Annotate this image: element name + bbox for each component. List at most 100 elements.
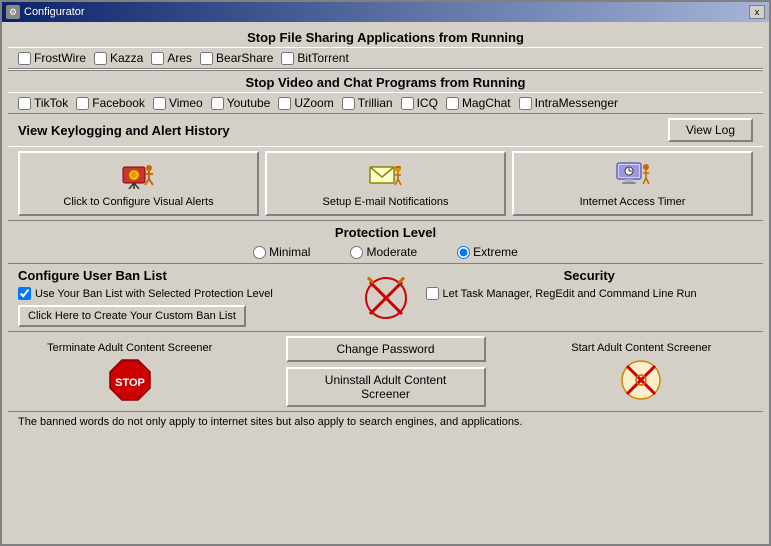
bittorrent-checkbox[interactable] bbox=[281, 52, 294, 65]
stop-sign-icon: STOP bbox=[108, 358, 152, 402]
center-buttons: Change Password Uninstall Adult Content … bbox=[251, 336, 519, 407]
file-sharing-apps: FrostWire Kazza Ares BearShare BitTorren… bbox=[8, 48, 763, 68]
tiktok-label: TikTok bbox=[34, 96, 68, 110]
configure-visual-button[interactable]: Click to Configure Visual Alerts bbox=[18, 151, 259, 216]
vimeo-label: Vimeo bbox=[169, 96, 203, 110]
main-content: Stop File Sharing Applications from Runn… bbox=[2, 22, 769, 544]
youtube-checkbox-item[interactable]: Youtube bbox=[211, 96, 271, 110]
vimeo-checkbox-item[interactable]: Vimeo bbox=[153, 96, 203, 110]
frostwire-label: FrostWire bbox=[34, 51, 86, 65]
bearshare-checkbox[interactable] bbox=[200, 52, 213, 65]
start-adult-label: Start Adult Content Screener bbox=[571, 342, 711, 354]
moderate-radio-item[interactable]: Moderate bbox=[350, 245, 417, 259]
icq-checkbox[interactable] bbox=[401, 97, 414, 110]
internet-access-label: Internet Access Timer bbox=[580, 196, 686, 208]
facebook-checkbox-item[interactable]: Facebook bbox=[76, 96, 145, 110]
svg-text:STOP: STOP bbox=[115, 377, 145, 389]
ban-security-row: Configure User Ban List Use Your Ban Lis… bbox=[8, 263, 763, 331]
vimeo-checkbox[interactable] bbox=[153, 97, 166, 110]
kazza-checkbox-item[interactable]: Kazza bbox=[94, 51, 143, 65]
bottom-row: Terminate Adult Content Screener STOP Ch… bbox=[8, 331, 763, 411]
terminate-adult-section: Terminate Adult Content Screener STOP bbox=[18, 342, 241, 402]
setup-email-button[interactable]: Setup E-mail Notifications bbox=[265, 151, 506, 216]
icon-buttons-row: Click to Configure Visual Alerts bbox=[8, 147, 763, 220]
task-manager-checkbox[interactable] bbox=[426, 287, 439, 300]
close-button[interactable]: x bbox=[749, 5, 765, 19]
protection-levels: Minimal Moderate Extreme bbox=[8, 243, 763, 261]
bearshare-label: BearShare bbox=[216, 51, 273, 65]
trillian-label: Trillian bbox=[358, 96, 393, 110]
tiktok-checkbox[interactable] bbox=[18, 97, 31, 110]
app-icon: ⚙ bbox=[6, 5, 20, 19]
bittorrent-checkbox-item[interactable]: BitTorrent bbox=[281, 51, 348, 65]
minimal-radio[interactable] bbox=[253, 246, 266, 259]
icq-label: ICQ bbox=[417, 96, 438, 110]
moderate-radio[interactable] bbox=[350, 246, 363, 259]
footer-note: The banned words do not only apply to in… bbox=[8, 411, 763, 432]
frostwire-checkbox[interactable] bbox=[18, 52, 31, 65]
internet-access-button[interactable]: Internet Access Timer bbox=[512, 151, 753, 216]
start-screener-icon bbox=[619, 358, 663, 402]
bearshare-checkbox-item[interactable]: BearShare bbox=[200, 51, 273, 65]
trillian-checkbox-item[interactable]: Trillian bbox=[342, 96, 393, 110]
trillian-checkbox[interactable] bbox=[342, 97, 355, 110]
use-ban-checkbox-item[interactable]: Use Your Ban List with Selected Protecti… bbox=[18, 287, 346, 300]
task-manager-label: Let Task Manager, RegEdit and Command Li… bbox=[443, 288, 697, 300]
ban-section: Configure User Ban List Use Your Ban Lis… bbox=[18, 268, 346, 327]
magchat-checkbox-item[interactable]: MagChat bbox=[446, 96, 511, 110]
moderate-label: Moderate bbox=[366, 245, 417, 259]
email-icon bbox=[368, 159, 404, 192]
youtube-label: Youtube bbox=[227, 96, 271, 110]
ban-icon-center bbox=[356, 268, 416, 327]
ares-checkbox[interactable] bbox=[151, 52, 164, 65]
use-ban-label: Use Your Ban List with Selected Protecti… bbox=[35, 288, 273, 300]
timer-icon bbox=[615, 159, 651, 192]
footer-text: The banned words do not only apply to in… bbox=[18, 416, 523, 428]
video-chat-header: Stop Video and Chat Programs from Runnin… bbox=[8, 70, 763, 93]
video-chat-apps: TikTok Facebook Vimeo Youtube UZoom Tril… bbox=[8, 93, 763, 113]
ares-checkbox-item[interactable]: Ares bbox=[151, 51, 192, 65]
main-window: ⚙ Configurator x Stop File Sharing Appli… bbox=[0, 0, 771, 546]
protection-header: Protection Level bbox=[8, 225, 763, 240]
configure-visual-label: Click to Configure Visual Alerts bbox=[63, 196, 213, 208]
change-password-button[interactable]: Change Password bbox=[286, 336, 486, 362]
uzoom-checkbox-item[interactable]: UZoom bbox=[278, 96, 333, 110]
tiktok-checkbox-item[interactable]: TikTok bbox=[18, 96, 68, 110]
keylog-row: View Keylogging and Alert History View L… bbox=[8, 113, 763, 147]
extreme-radio-item[interactable]: Extreme bbox=[457, 245, 518, 259]
security-title: Security bbox=[426, 268, 754, 283]
uninstall-button[interactable]: Uninstall Adult Content Screener bbox=[286, 367, 486, 407]
create-ban-button[interactable]: Click Here to Create Your Custom Ban Lis… bbox=[18, 305, 246, 327]
kazza-checkbox[interactable] bbox=[94, 52, 107, 65]
youtube-checkbox[interactable] bbox=[211, 97, 224, 110]
file-sharing-header: Stop File Sharing Applications from Runn… bbox=[8, 26, 763, 48]
magchat-label: MagChat bbox=[462, 96, 511, 110]
frostwire-checkbox-item[interactable]: FrostWire bbox=[18, 51, 86, 65]
magchat-checkbox[interactable] bbox=[446, 97, 459, 110]
icq-checkbox-item[interactable]: ICQ bbox=[401, 96, 438, 110]
kazza-label: Kazza bbox=[110, 51, 143, 65]
view-log-button[interactable]: View Log bbox=[668, 118, 753, 142]
intramessenger-checkbox[interactable] bbox=[519, 97, 532, 110]
minimal-radio-item[interactable]: Minimal bbox=[253, 245, 310, 259]
facebook-label: Facebook bbox=[92, 96, 145, 110]
minimal-label: Minimal bbox=[269, 245, 310, 259]
extreme-label: Extreme bbox=[473, 245, 518, 259]
protection-section: Protection Level Minimal Moderate Extrem… bbox=[8, 220, 763, 263]
intramessenger-checkbox-item[interactable]: IntraMessenger bbox=[519, 96, 618, 110]
use-ban-checkbox[interactable] bbox=[18, 287, 31, 300]
facebook-checkbox[interactable] bbox=[76, 97, 89, 110]
extreme-radio[interactable] bbox=[457, 246, 470, 259]
security-section: Security Let Task Manager, RegEdit and C… bbox=[426, 268, 754, 327]
terminate-adult-label: Terminate Adult Content Screener bbox=[47, 342, 212, 354]
keylog-header: View Keylogging and Alert History bbox=[18, 123, 230, 138]
setup-email-label: Setup E-mail Notifications bbox=[323, 196, 449, 208]
intramessenger-label: IntraMessenger bbox=[535, 96, 618, 110]
ban-cross-icon bbox=[362, 274, 410, 322]
task-manager-checkbox-item[interactable]: Let Task Manager, RegEdit and Command Li… bbox=[426, 287, 754, 300]
ares-label: Ares bbox=[167, 51, 192, 65]
ban-title: Configure User Ban List bbox=[18, 268, 346, 283]
start-adult-section: Start Adult Content Screener bbox=[530, 342, 753, 402]
uzoom-checkbox[interactable] bbox=[278, 97, 291, 110]
camera-icon bbox=[121, 159, 157, 192]
